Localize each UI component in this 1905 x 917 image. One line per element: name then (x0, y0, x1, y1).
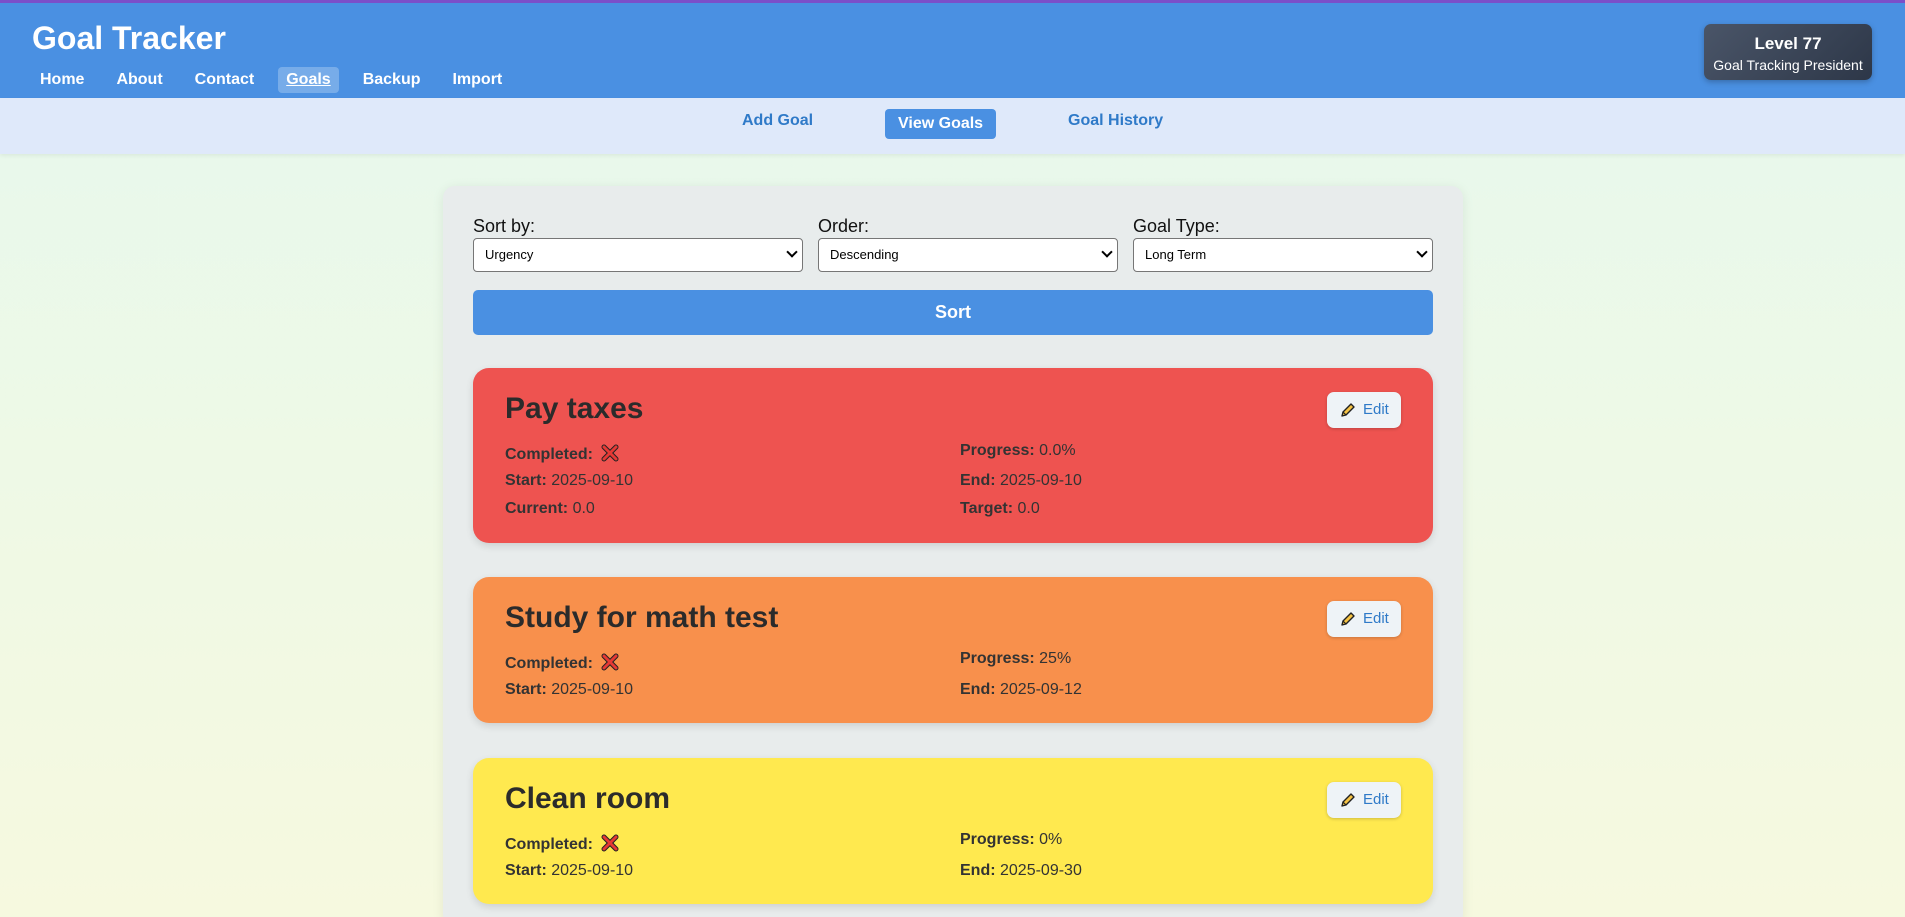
chevron-down-icon (1416, 246, 1428, 258)
goal-type-value: Long Term (1145, 247, 1207, 262)
goal-title: Clean room (505, 782, 671, 815)
target-label: Target: (960, 500, 1014, 517)
end-row: End: 2025-09-30 (960, 862, 1082, 880)
end-value: 2025-09-10 (1000, 472, 1082, 489)
goal-card: Clean room Edit Completed: Start: 2025-0… (473, 758, 1433, 904)
target-value: 0.0 (1017, 500, 1040, 517)
app-title: Goal Tracker (32, 20, 226, 56)
goal-title: Pay taxes (505, 392, 644, 425)
tab-view-goals[interactable]: View Goals (885, 109, 997, 139)
progress-label: Progress: (960, 442, 1035, 459)
goals-subnav: Add Goal View Goals Goal History (0, 98, 1905, 154)
main-nav: Home About Contact Goals Backup Import (32, 67, 526, 93)
goal-card: Pay taxes Edit Completed: Start: 2025-09… (473, 368, 1433, 543)
nav-goals[interactable]: Goals (278, 67, 339, 93)
goal-title: Study for math test (505, 601, 779, 634)
top-header: Goal Tracker Home About Contact Goals Ba… (0, 0, 1905, 98)
start-value: 2025-09-10 (551, 681, 634, 698)
start-label: Start: (505, 472, 547, 489)
edit-label: Edit (1363, 401, 1389, 418)
progress-row: Progress: 25% (960, 650, 1071, 668)
edit-button[interactable]: Edit (1327, 392, 1401, 428)
order-value: Descending (830, 247, 899, 262)
current-value: 0.0 (572, 500, 595, 517)
sort-by-value: Urgency (485, 247, 534, 262)
start-label: Start: (505, 862, 547, 879)
end-label: End: (960, 681, 996, 698)
level-badge: Level 77 Goal Tracking President (1704, 24, 1872, 80)
level-text: Level 77 (1754, 34, 1822, 53)
progress-label: Progress: (960, 650, 1035, 667)
end-value: 2025-09-12 (1000, 681, 1082, 698)
start-row: Start: 2025-09-10 (505, 681, 633, 699)
rank-text: Goal Tracking President (1713, 57, 1863, 73)
sort-by-label: Sort by: (473, 216, 536, 236)
end-row: End: 2025-09-10 (960, 472, 1082, 490)
nav-about[interactable]: About (108, 67, 170, 93)
completed-label: Completed: (505, 836, 593, 853)
current-label: Current: (505, 500, 569, 517)
completed-row: Completed: (505, 653, 619, 673)
progress-value: 0% (1039, 831, 1063, 848)
start-row: Start: 2025-09-10 (505, 862, 633, 880)
progress-value: 25% (1039, 650, 1072, 667)
order-select[interactable]: Descending (818, 238, 1118, 272)
edit-label: Edit (1363, 791, 1389, 808)
goal-type-label: Goal Type: (1133, 216, 1220, 236)
progress-row: Progress: 0.0% (960, 442, 1076, 460)
sort-button[interactable]: Sort (473, 290, 1433, 335)
end-label: End: (960, 472, 996, 489)
edit-button[interactable]: Edit (1327, 782, 1401, 818)
progress-value: 0.0% (1039, 442, 1076, 459)
nav-import[interactable]: Import (444, 67, 510, 93)
sort-by-select[interactable]: Urgency (473, 238, 803, 272)
order-label: Order: (818, 216, 870, 236)
completed-row: Completed: (505, 444, 619, 464)
completed-label: Completed: (505, 655, 593, 672)
start-value: 2025-09-10 (551, 472, 634, 489)
end-value: 2025-09-30 (1000, 862, 1082, 879)
progress-label: Progress: (960, 831, 1035, 848)
pencil-icon (1341, 403, 1355, 417)
completed-row: Completed: (505, 834, 619, 854)
edit-button[interactable]: Edit (1327, 601, 1401, 637)
end-label: End: (960, 862, 996, 879)
target-row: Target: 0.0 (960, 500, 1040, 518)
tab-add-goal[interactable]: Add Goal (729, 106, 826, 136)
goals-panel: Sort by: Urgency Order: Descending Goal … (443, 186, 1463, 917)
nav-home[interactable]: Home (32, 67, 92, 93)
x-mark-icon (601, 444, 619, 462)
current-row: Current: 0.0 (505, 500, 595, 518)
end-row: End: 2025-09-12 (960, 681, 1082, 699)
start-row: Start: 2025-09-10 (505, 472, 633, 490)
completed-label: Completed: (505, 446, 593, 463)
tab-goal-history[interactable]: Goal History (1055, 106, 1176, 136)
nav-contact[interactable]: Contact (187, 67, 263, 93)
pencil-icon (1341, 793, 1355, 807)
x-mark-icon (601, 834, 619, 852)
x-mark-icon (601, 653, 619, 671)
chevron-down-icon (786, 246, 798, 258)
edit-label: Edit (1363, 610, 1389, 627)
nav-backup[interactable]: Backup (355, 67, 429, 93)
goal-card: Study for math test Edit Completed: Star… (473, 577, 1433, 723)
chevron-down-icon (1101, 246, 1113, 258)
start-value: 2025-09-10 (551, 862, 634, 879)
start-label: Start: (505, 681, 547, 698)
goal-type-select[interactable]: Long Term (1133, 238, 1433, 272)
pencil-icon (1341, 612, 1355, 626)
progress-row: Progress: 0% (960, 831, 1062, 849)
